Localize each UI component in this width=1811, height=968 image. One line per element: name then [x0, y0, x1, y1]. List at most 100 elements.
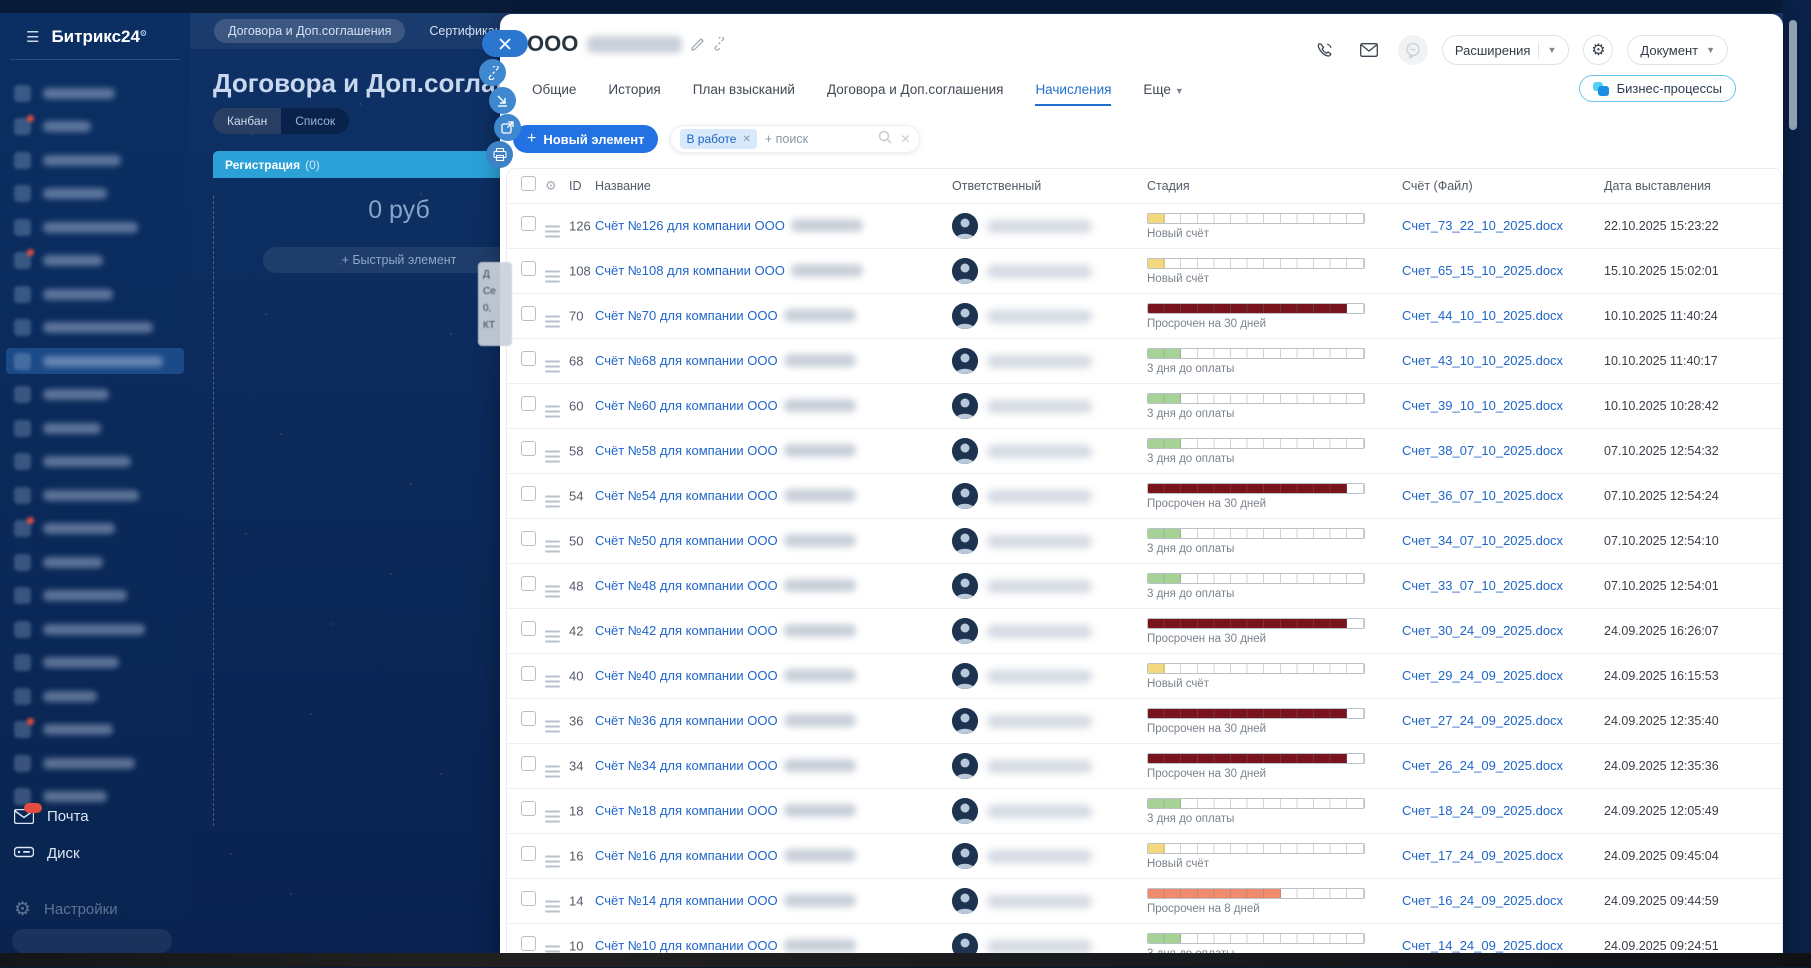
column-header-stage[interactable]: Стадия [1147, 179, 1190, 193]
row-drag-menu-icon[interactable] [545, 766, 560, 778]
row-checkbox[interactable] [521, 666, 536, 681]
invoice-title-link[interactable]: Счёт №42 для компании ООО [595, 623, 778, 638]
table-row[interactable]: 14 Счёт №14 для компании ООО Просрочен н… [507, 878, 1782, 923]
table-row[interactable]: 34 Счёт №34 для компании ООО Просрочен н… [507, 743, 1782, 788]
filter-search-bar[interactable]: В работе ✕ + поиск ✕ [670, 125, 920, 153]
responsible-cell[interactable] [952, 798, 1092, 824]
tab-item[interactable]: План взысканий [693, 82, 795, 106]
tab-item[interactable]: Еще▼ [1143, 82, 1183, 106]
row-drag-menu-icon[interactable] [545, 541, 560, 553]
copy-link-icon[interactable] [479, 59, 506, 86]
row-checkbox[interactable] [521, 531, 536, 546]
responsible-cell[interactable] [952, 663, 1092, 689]
sidebar-item-blurred[interactable] [14, 415, 176, 441]
edit-pencil-icon[interactable] [691, 38, 704, 51]
sidebar-item-blurred[interactable] [14, 147, 176, 173]
table-row[interactable]: 70 Счёт №70 для компании ООО Просрочен н… [507, 293, 1782, 338]
invoice-file-link[interactable]: Счет_26_24_09_2025.docx [1402, 758, 1563, 773]
column-header-file[interactable]: Счёт (Файл) [1402, 179, 1473, 193]
sidebar-item-blurred[interactable] [14, 449, 176, 475]
sidebar-item-blurred[interactable] [14, 616, 176, 642]
sidebar-item-blurred[interactable] [14, 583, 176, 609]
tab-item[interactable]: История [608, 82, 660, 106]
row-checkbox[interactable] [521, 351, 536, 366]
email-icon[interactable] [1354, 35, 1384, 65]
responsible-cell[interactable] [952, 573, 1092, 599]
responsible-cell[interactable] [952, 393, 1092, 419]
invoice-title-link[interactable]: Счёт №14 для компании ООО [595, 893, 778, 908]
table-row[interactable]: 48 Счёт №48 для компании ООО 3 дня до оп… [507, 563, 1782, 608]
responsible-cell[interactable] [952, 888, 1092, 914]
row-drag-menu-icon[interactable] [545, 316, 560, 328]
column-header-id[interactable]: ID [569, 179, 582, 193]
invoice-title-link[interactable]: Счёт №70 для компании ООО [595, 308, 778, 323]
responsible-cell[interactable] [952, 528, 1092, 554]
sidebar-bottom-button[interactable] [12, 929, 172, 953]
hamburger-menu-icon[interactable]: ☰ [26, 28, 39, 46]
invoice-file-link[interactable]: Счет_34_07_10_2025.docx [1402, 533, 1563, 548]
table-row[interactable]: 60 Счёт №60 для компании ООО 3 дня до оп… [507, 383, 1782, 428]
invoice-title-link[interactable]: Счёт №36 для компании ООО [595, 713, 778, 728]
responsible-cell[interactable] [952, 348, 1092, 374]
responsible-cell[interactable] [952, 483, 1092, 509]
settings-gear-icon[interactable]: ⚙ [1583, 35, 1613, 65]
row-drag-menu-icon[interactable] [545, 811, 560, 823]
invoice-title-link[interactable]: Счёт №50 для компании ООО [595, 533, 778, 548]
row-drag-menu-icon[interactable] [545, 856, 560, 868]
remove-filter-icon[interactable]: ✕ [742, 134, 750, 145]
table-row[interactable]: 16 Счёт №16 для компании ООО Новый счёт … [507, 833, 1782, 878]
tab-item[interactable]: Договора и Доп.соглашения [827, 82, 1003, 106]
invoice-file-link[interactable]: Счет_44_10_10_2025.docx [1402, 308, 1563, 323]
sidebar-item-blurred[interactable] [14, 750, 176, 776]
row-checkbox[interactable] [521, 576, 536, 591]
clear-search-icon[interactable]: ✕ [900, 132, 910, 146]
business-processes-button[interactable]: Бизнес-процессы [1579, 75, 1736, 102]
invoice-title-link[interactable]: Счёт №58 для компании ООО [595, 443, 778, 458]
table-row[interactable]: 42 Счёт №42 для компании ООО Просрочен н… [507, 608, 1782, 653]
row-checkbox[interactable] [521, 711, 536, 726]
scrollbar[interactable] [1789, 20, 1797, 130]
row-drag-menu-icon[interactable] [545, 226, 560, 238]
responsible-cell[interactable] [952, 303, 1092, 329]
link-icon[interactable] [713, 37, 727, 51]
row-checkbox[interactable] [521, 846, 536, 861]
table-row[interactable]: 40 Счёт №40 для компании ООО Новый счёт … [507, 653, 1782, 698]
row-checkbox[interactable] [521, 441, 536, 456]
sidebar-item-blurred[interactable] [14, 181, 176, 207]
row-drag-menu-icon[interactable] [545, 496, 560, 508]
table-settings-gear-icon[interactable]: ⚙ [545, 178, 557, 194]
invoice-title-link[interactable]: Счёт №68 для компании ООО [595, 353, 778, 368]
invoice-file-link[interactable]: Счет_27_24_09_2025.docx [1402, 713, 1563, 728]
row-drag-menu-icon[interactable] [545, 451, 560, 463]
view-tab-list[interactable]: Список [281, 108, 349, 134]
column-header-name[interactable]: Название [595, 179, 651, 193]
sidebar-item-disk[interactable]: Диск [14, 844, 80, 862]
sidebar-item-mail[interactable]: Почта [14, 808, 89, 825]
phone-icon[interactable] [1310, 35, 1340, 65]
row-checkbox[interactable] [521, 936, 536, 951]
document-dropdown[interactable]: Документ ▼ [1627, 35, 1728, 65]
invoice-title-link[interactable]: Счёт №126 для компании ООО [595, 218, 785, 233]
table-row[interactable]: 54 Счёт №54 для компании ООО Просрочен н… [507, 473, 1782, 518]
sidebar-item-blurred[interactable] [14, 214, 176, 240]
invoice-file-link[interactable]: Счет_33_07_10_2025.docx [1402, 578, 1563, 593]
sidebar-item-blurred[interactable] [14, 281, 176, 307]
invoice-file-link[interactable]: Счет_38_07_10_2025.docx [1402, 443, 1563, 458]
sidebar-item-blurred[interactable] [14, 114, 176, 140]
responsible-cell[interactable] [952, 843, 1092, 869]
invoice-file-link[interactable]: Счет_36_07_10_2025.docx [1402, 488, 1563, 503]
select-all-checkbox[interactable] [521, 176, 536, 191]
sidebar-item-blurred[interactable] [14, 516, 176, 542]
invoice-file-link[interactable]: Счет_30_24_09_2025.docx [1402, 623, 1563, 638]
table-row[interactable]: 50 Счёт №50 для компании ООО 3 дня до оп… [507, 518, 1782, 563]
new-item-button[interactable]: + Новый элемент [513, 125, 658, 153]
invoice-file-link[interactable]: Счет_73_22_10_2025.docx [1402, 218, 1563, 233]
row-checkbox[interactable] [521, 621, 536, 636]
sidebar-item-blurred[interactable] [14, 717, 176, 743]
row-drag-menu-icon[interactable] [545, 361, 560, 373]
invoice-title-link[interactable]: Счёт №40 для компании ООО [595, 668, 778, 683]
sidebar-item-blurred[interactable] [14, 650, 176, 676]
sidebar-item-blurred[interactable] [14, 80, 176, 106]
sidebar-item-blurred[interactable] [14, 248, 176, 274]
table-row[interactable]: 68 Счёт №68 для компании ООО 3 дня до оп… [507, 338, 1782, 383]
